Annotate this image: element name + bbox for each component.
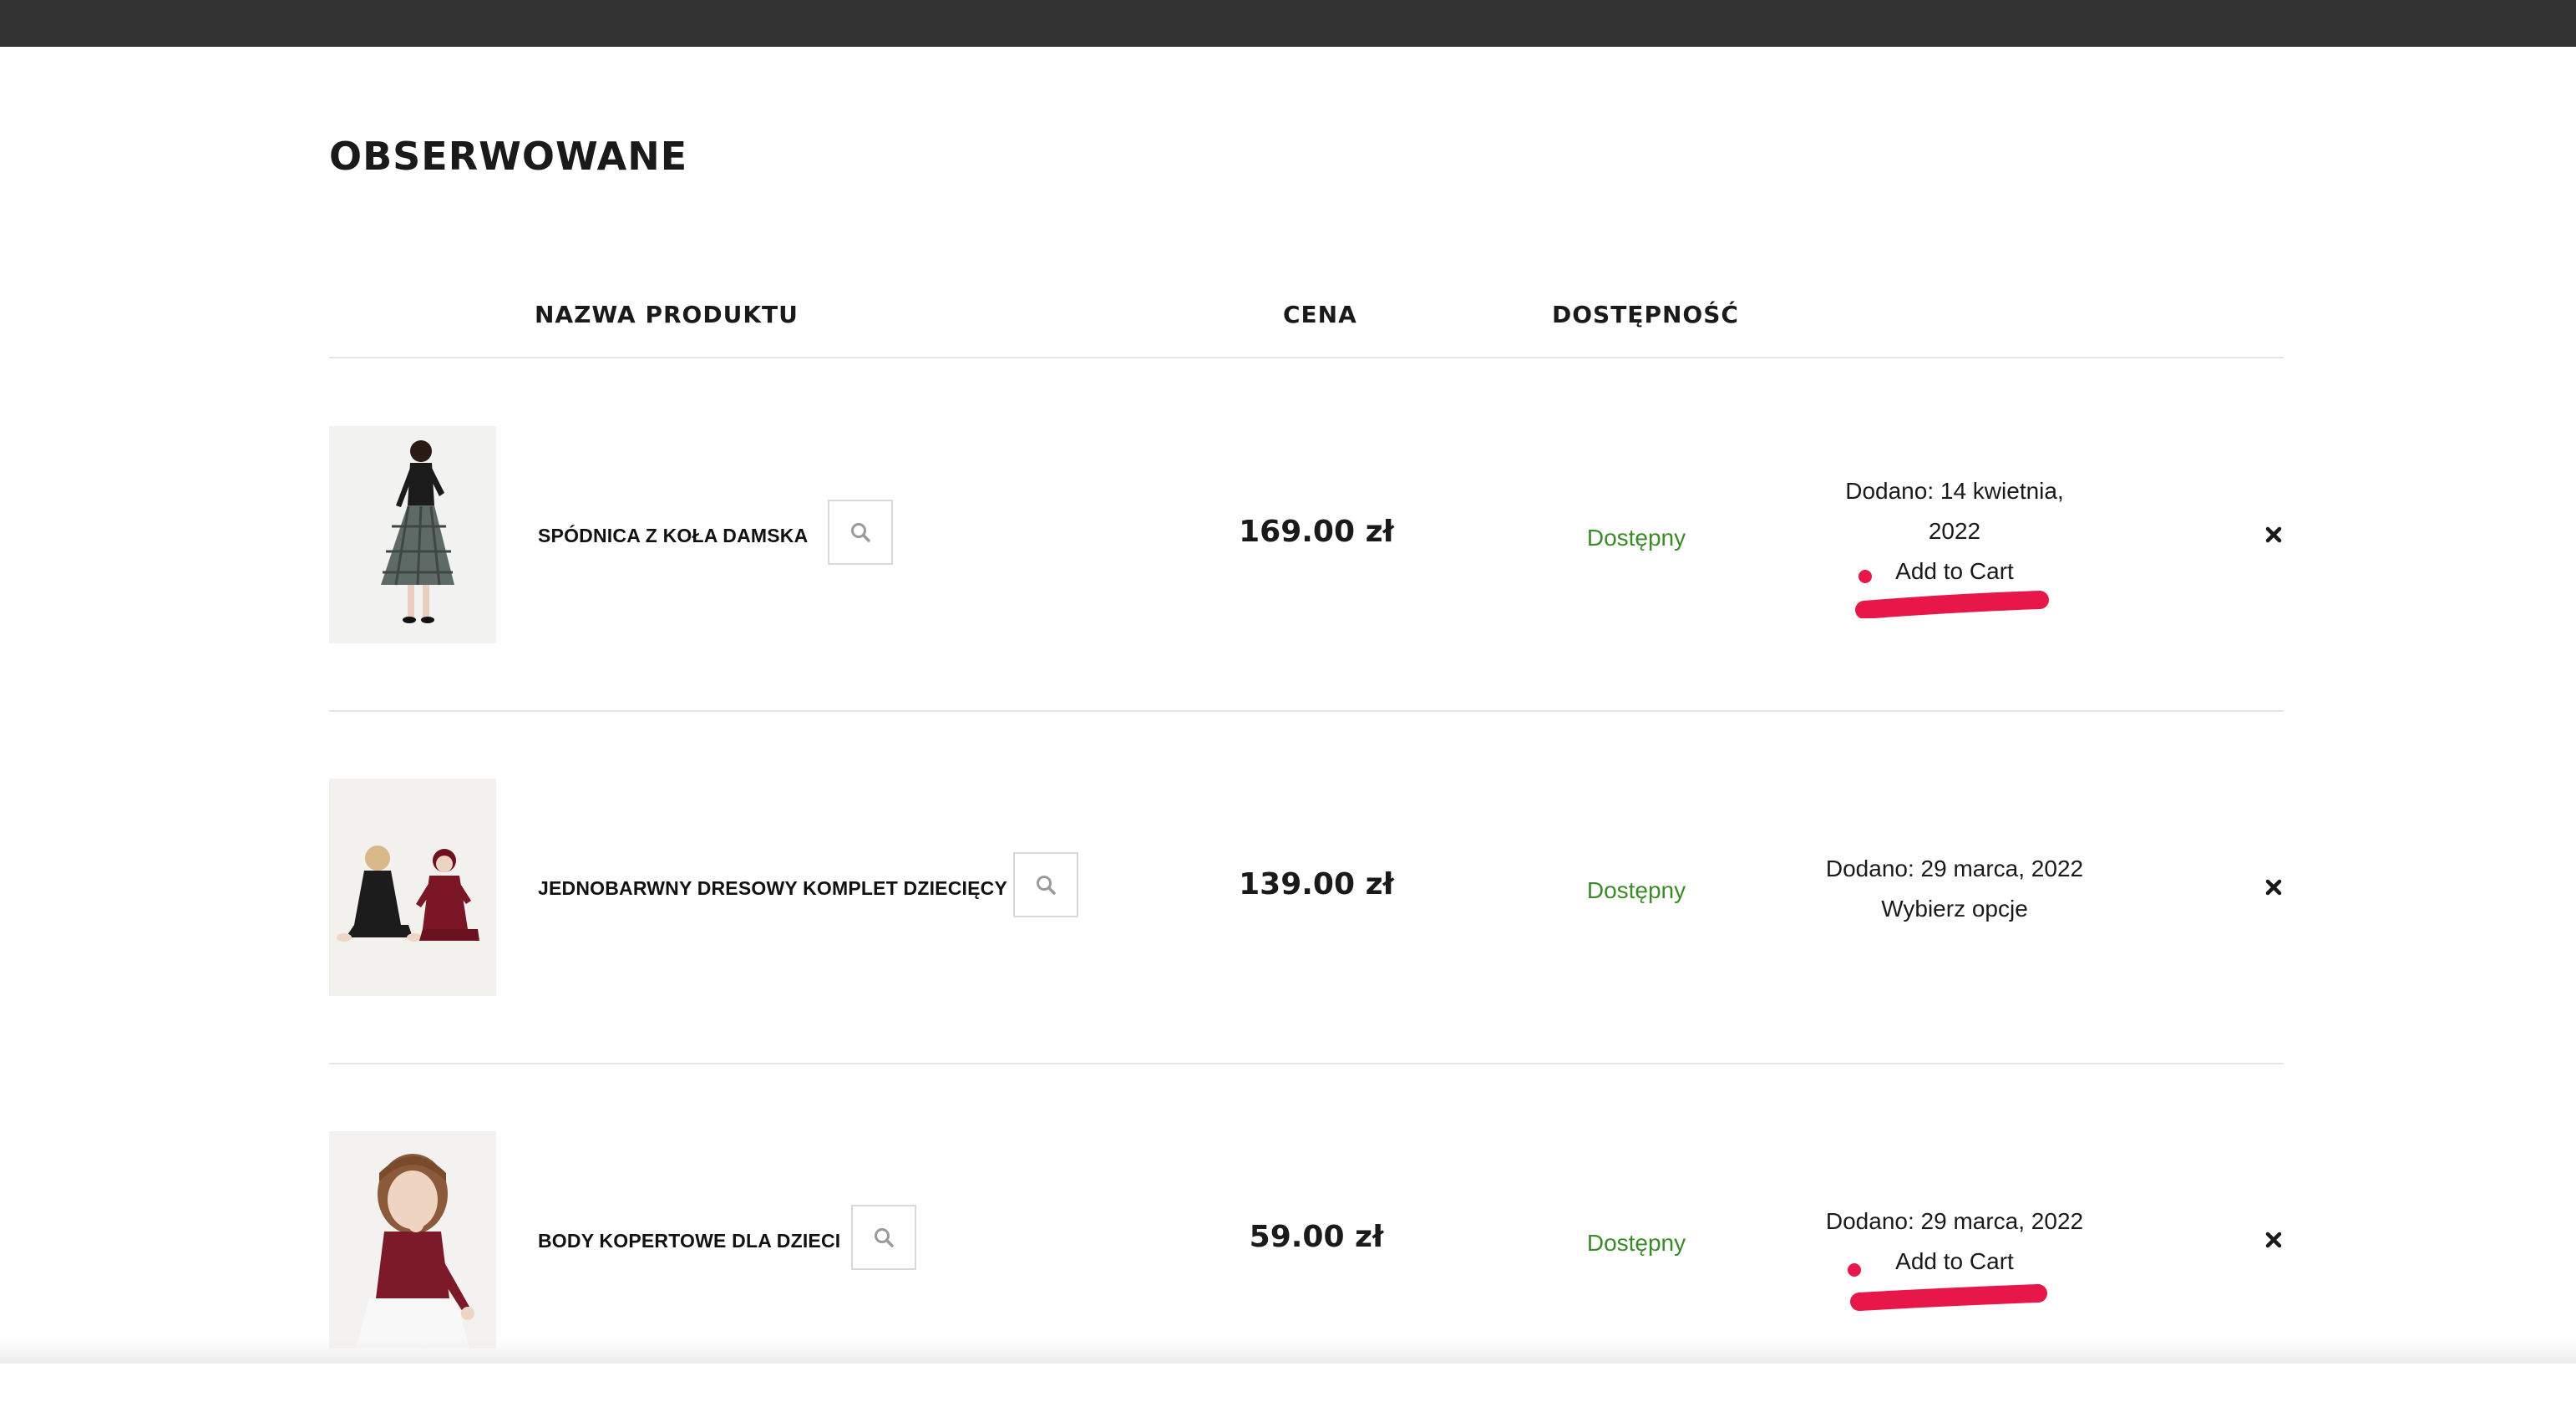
product-image[interactable]	[329, 779, 496, 996]
search-icon	[1037, 876, 1056, 895]
remove-button[interactable]	[2260, 1227, 2287, 1253]
product-price: 169.00 zł	[1239, 515, 1394, 549]
search-icon	[851, 523, 870, 542]
search-icon	[875, 1228, 894, 1247]
product-name-link[interactable]: BODY KOPERTOWE DLA DZIECI	[538, 1230, 840, 1252]
column-header-name: NAZWA PRODUKTU	[535, 301, 799, 328]
date-added: Dodano: 29 marca, 2022	[1825, 1208, 2084, 1234]
add-to-cart-button[interactable]: Add to Cart	[1787, 1242, 2122, 1282]
close-icon	[2265, 526, 2282, 543]
column-header-price: CENA	[1283, 301, 1357, 328]
close-icon	[2265, 1232, 2282, 1248]
header-divider	[329, 357, 2284, 358]
select-options-button[interactable]: Wybierz opcje	[1787, 889, 2122, 929]
page-title: OBSERWOWANE	[329, 134, 688, 179]
table-row: BODY KOPERTOWE DLA DZIECI 59.00 zł Dostę…	[0, 1064, 2576, 1417]
product-name-link[interactable]: SPÓDNICA Z KOŁA DAMSKA	[538, 525, 808, 547]
product-image[interactable]	[329, 426, 496, 643]
product-image[interactable]	[329, 1131, 496, 1348]
remove-button[interactable]	[2260, 874, 2287, 901]
quick-view-button[interactable]	[1013, 852, 1078, 917]
close-icon	[2265, 879, 2282, 896]
stock-status: Dostępny	[1586, 1230, 1686, 1256]
column-header-availability: DOSTĘPNOŚĆ	[1552, 301, 1739, 328]
date-added: Dodano: 14 kwietnia,	[1845, 478, 2064, 504]
table-row: JEDNOBARWNY DRESOWY KOMPLET DZIECIĘCY 13…	[0, 712, 2576, 1064]
remove-button[interactable]	[2260, 521, 2287, 548]
product-name-link[interactable]: JEDNOBARWNY DRESOWY KOMPLET DZIECIĘCY	[538, 877, 1007, 900]
product-price: 59.00 zł	[1249, 1220, 1384, 1254]
quick-view-button[interactable]	[851, 1205, 916, 1270]
add-to-cart-button[interactable]: Add to Cart	[1787, 551, 2122, 592]
date-added-year: 2022	[1928, 518, 1981, 544]
top-bar	[0, 0, 2576, 47]
table-row: SPÓDNICA Z KOŁA DAMSKA 169.00 zł Dostępn…	[0, 359, 2576, 712]
stock-status: Dostępny	[1586, 525, 1686, 551]
product-price: 139.00 zł	[1239, 867, 1394, 901]
date-added: Dodano: 29 marca, 2022	[1825, 856, 2084, 881]
bottom-fade	[0, 1338, 2576, 1364]
quick-view-button[interactable]	[828, 500, 893, 565]
stock-status: Dostępny	[1586, 877, 1686, 903]
